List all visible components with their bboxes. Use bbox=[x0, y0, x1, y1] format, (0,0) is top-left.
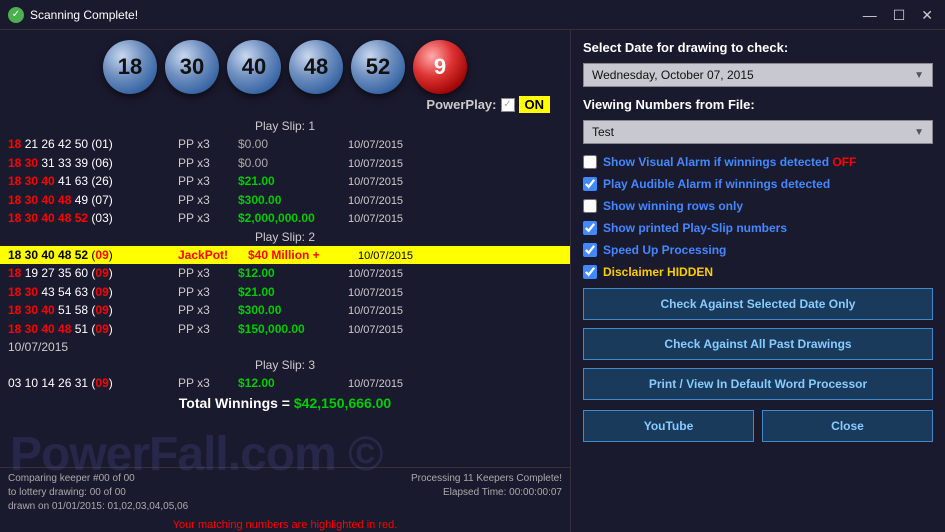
file-dropdown[interactable]: Test ▼ bbox=[583, 120, 933, 144]
checkbox-row-1: Show Visual Alarm if winnings detected O… bbox=[583, 154, 933, 170]
close-window-button[interactable]: ✕ bbox=[917, 8, 937, 22]
file-dropdown-arrow: ▼ bbox=[914, 127, 924, 138]
bottom-status: Comparing keeper #00 of 00 to lottery dr… bbox=[0, 467, 570, 518]
table-row: 18 30 40 48 52 (03) PP x3 $2,000,000.00 … bbox=[0, 209, 570, 228]
balls-row: 18 30 40 48 52 9 bbox=[0, 30, 570, 96]
window-title: Scanning Complete! bbox=[30, 8, 138, 22]
table-row: 18 21 26 42 50 (01) PP x3 $0.00 10/07/20… bbox=[0, 135, 570, 154]
winning-rows-checkbox[interactable] bbox=[583, 199, 597, 213]
jackpot-row: 18 30 40 48 52 (09) JackPot! $40 Million… bbox=[0, 246, 570, 265]
speed-up-checkbox[interactable] bbox=[583, 243, 597, 257]
slip3-header: Play Slip: 3 bbox=[0, 356, 570, 374]
table-row: 03 10 14 26 31 (09) PP x3 $12.00 10/07/2… bbox=[0, 374, 570, 393]
main-content: 18 30 40 48 52 9 PowerPlay: ✓ ON Play Sl… bbox=[0, 30, 945, 532]
title-bar: ✓ Scanning Complete! — ☐ ✕ bbox=[0, 0, 945, 30]
left-panel: 18 30 40 48 52 9 PowerPlay: ✓ ON Play Sl… bbox=[0, 30, 570, 532]
title-bar-left: ✓ Scanning Complete! bbox=[8, 7, 138, 23]
table-row: 18 30 40 48 49 (07) PP x3 $300.00 10/07/… bbox=[0, 191, 570, 210]
speed-up-label: Speed Up Processing bbox=[603, 243, 726, 257]
app-icon: ✓ bbox=[8, 7, 24, 23]
disclaimer-label: Disclaimer HIDDEN bbox=[603, 265, 713, 279]
ball-2: 30 bbox=[165, 40, 219, 94]
winning-rows-label: Show winning rows only bbox=[603, 199, 743, 213]
ball-3: 40 bbox=[227, 40, 281, 94]
slip2-header: Play Slip: 2 bbox=[0, 228, 570, 246]
close-button[interactable]: Close bbox=[762, 410, 933, 442]
minimize-button[interactable]: — bbox=[859, 8, 881, 22]
checkbox-row-4: Show printed Play-Slip numbers bbox=[583, 220, 933, 236]
table-row: 18 30 31 33 39 (06) PP x3 $0.00 10/07/20… bbox=[0, 154, 570, 173]
status-elapsed: Elapsed Time: 00:00:00:07 bbox=[411, 486, 562, 500]
total-winnings: Total Winnings = $42,150,666.00 bbox=[0, 393, 570, 413]
ball-1: 18 bbox=[103, 40, 157, 94]
date-dropdown[interactable]: Wednesday, October 07, 2015 ▼ bbox=[583, 63, 933, 87]
date-dropdown-value: Wednesday, October 07, 2015 bbox=[592, 68, 754, 82]
powerplay-row: PowerPlay: ✓ ON bbox=[0, 96, 570, 113]
status-right: Processing 11 Keepers Complete! Elapsed … bbox=[411, 472, 562, 514]
checkbox-row-6: Disclaimer HIDDEN bbox=[583, 264, 933, 280]
status-line2: to lottery drawing: 00 of 00 bbox=[8, 486, 188, 500]
printed-slips-checkbox[interactable] bbox=[583, 221, 597, 235]
ball-4: 48 bbox=[289, 40, 343, 94]
printed-slips-label: Show printed Play-Slip numbers bbox=[603, 221, 787, 235]
checkbox-row-5: Speed Up Processing bbox=[583, 242, 933, 258]
date-section-label: Select Date for drawing to check: bbox=[583, 40, 933, 55]
table-row: 18 30 43 54 63 (09) PP x3 $21.00 10/07/2… bbox=[0, 283, 570, 302]
status-processing: Processing 11 Keepers Complete! bbox=[411, 472, 562, 486]
check-all-button[interactable]: Check Against All Past Drawings bbox=[583, 328, 933, 360]
powerplay-checkbox[interactable]: ✓ bbox=[501, 98, 515, 112]
table-row: 18 30 40 41 63 (26) PP x3 $21.00 10/07/2… bbox=[0, 172, 570, 191]
warning-text: Your matching numbers are highlighted in… bbox=[0, 518, 570, 532]
checkbox-row-2: Play Audible Alarm if winnings detected bbox=[583, 176, 933, 192]
window-controls: — ☐ ✕ bbox=[859, 8, 937, 22]
status-line1: Comparing keeper #00 of 00 bbox=[8, 472, 188, 486]
powerplay-on-badge: ON bbox=[519, 96, 551, 113]
check-selected-button[interactable]: Check Against Selected Date Only bbox=[583, 288, 933, 320]
audible-alarm-label: Play Audible Alarm if winnings detected bbox=[603, 177, 830, 191]
visual-alarm-checkbox[interactable] bbox=[583, 155, 597, 169]
file-section-label: Viewing Numbers from File: bbox=[583, 97, 933, 112]
audible-alarm-checkbox[interactable] bbox=[583, 177, 597, 191]
table-row: 18 30 40 51 58 (09) PP x3 $300.00 10/07/… bbox=[0, 301, 570, 320]
table-row: 18 30 40 48 51 (09) PP x3 $150,000.00 10… bbox=[0, 320, 570, 339]
results-area[interactable]: Play Slip: 1 18 21 26 42 50 (01) PP x3 $… bbox=[0, 115, 570, 467]
status-line3: drawn on 01/01/2015: 01,02,03,04,05,06 bbox=[8, 500, 188, 514]
checkbox-row-3: Show winning rows only bbox=[583, 198, 933, 214]
youtube-button[interactable]: YouTube bbox=[583, 410, 754, 442]
status-left: Comparing keeper #00 of 00 to lottery dr… bbox=[8, 472, 188, 514]
print-view-button[interactable]: Print / View In Default Word Processor bbox=[583, 368, 933, 400]
date-dropdown-arrow: ▼ bbox=[914, 70, 924, 81]
file-dropdown-value: Test bbox=[592, 125, 614, 139]
disclaimer-checkbox[interactable] bbox=[583, 265, 597, 279]
date-only-row: 10/07/2015 bbox=[0, 338, 570, 356]
ball-5: 52 bbox=[351, 40, 405, 94]
ball-powerball: 9 bbox=[413, 40, 467, 94]
table-row: 18 19 27 35 60 (09) PP x3 $12.00 10/07/2… bbox=[0, 264, 570, 283]
visual-alarm-label: Show Visual Alarm if winnings detected O… bbox=[603, 155, 856, 169]
powerplay-label: PowerPlay: bbox=[426, 97, 496, 112]
bottom-buttons: YouTube Close bbox=[583, 410, 933, 442]
maximize-button[interactable]: ☐ bbox=[889, 8, 910, 22]
slip1-header: Play Slip: 1 bbox=[0, 117, 570, 135]
right-panel: Select Date for drawing to check: Wednes… bbox=[570, 30, 945, 532]
